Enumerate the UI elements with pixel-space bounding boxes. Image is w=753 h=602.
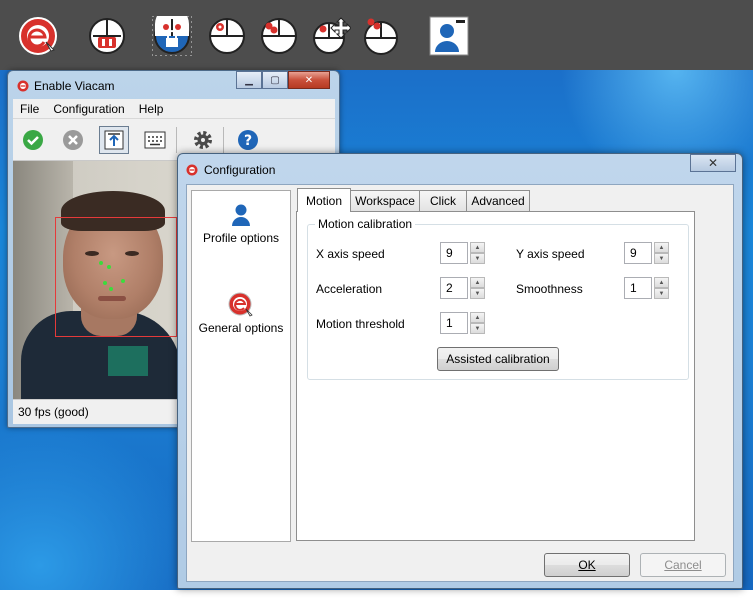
smoothness-value[interactable]: 1: [624, 277, 652, 299]
y-axis-speed-label: Y axis speed: [516, 247, 585, 261]
profile-icon: [429, 16, 469, 56]
assisted-calibration-button[interactable]: Assisted calibration: [437, 347, 559, 371]
x-axis-speed-spinner[interactable]: 9 ▲ ▼: [440, 242, 486, 264]
motion-threshold-down[interactable]: ▼: [470, 323, 485, 334]
disable-button[interactable]: [58, 126, 88, 154]
sidebar-item-general-options[interactable]: General options: [192, 291, 290, 335]
face-tracking-box: [55, 217, 177, 337]
cancel-button[interactable]: Cancel: [640, 553, 726, 577]
tracker-icon: [104, 130, 124, 150]
sidebar-item-label: General options: [198, 321, 284, 335]
smoothness-up[interactable]: ▲: [654, 277, 669, 288]
menu-configuration[interactable]: Configuration: [46, 102, 131, 116]
options-sidebar: Profile options General options: [191, 190, 291, 542]
profile-button[interactable]: [429, 16, 469, 56]
tab-workspace[interactable]: Workspace: [350, 190, 420, 211]
acceleration-up[interactable]: ▲: [470, 277, 485, 288]
check-icon: [23, 130, 43, 150]
motion-threshold-up[interactable]: ▲: [470, 312, 485, 323]
gear-icon: [194, 131, 212, 149]
svg-text:?: ?: [244, 133, 252, 149]
screen-edge: [0, 590, 753, 602]
acceleration-down[interactable]: ▼: [470, 288, 485, 299]
left-click-button[interactable]: [207, 16, 247, 56]
main-window-titlebar: Enable Viacam: [17, 79, 115, 93]
app-logo-icon: [19, 17, 57, 55]
maximize-button[interactable]: ▢: [262, 71, 288, 89]
enable-button[interactable]: [18, 126, 48, 154]
ok-button[interactable]: OK: [544, 553, 630, 577]
double-click-button[interactable]: [259, 16, 299, 56]
smoothness-down[interactable]: ▼: [654, 288, 669, 299]
menu-bar: File Configuration Help: [13, 99, 335, 119]
tab-motion[interactable]: Motion: [297, 188, 351, 212]
y-axis-speed-down[interactable]: ▼: [654, 253, 669, 264]
configuration-titlebar: Configuration: [186, 163, 275, 177]
configuration-title: Configuration: [204, 163, 276, 177]
smoothness-label: Smoothness: [516, 282, 583, 296]
double-click-icon: [261, 18, 297, 54]
y-axis-speed-spinner[interactable]: 9 ▲ ▼: [624, 242, 670, 264]
cancel-icon: [63, 130, 83, 150]
app-logo-icon: [186, 164, 198, 176]
help-button[interactable]: ?: [233, 126, 263, 154]
motion-panel: Motion calibration X axis speed 9 ▲ ▼ Y a…: [296, 211, 695, 541]
configuration-controls: ✕: [690, 154, 736, 172]
x-axis-speed-value[interactable]: 9: [440, 242, 468, 264]
acceleration-spinner[interactable]: 2 ▲ ▼: [440, 277, 486, 299]
help-icon: ?: [238, 130, 258, 150]
sidebar-item-profile-options[interactable]: Profile options: [192, 203, 290, 245]
y-axis-speed-value[interactable]: 9: [624, 242, 652, 264]
click-toolbar: [0, 0, 753, 70]
x-axis-speed-down[interactable]: ▼: [470, 253, 485, 264]
tab-advanced[interactable]: Advanced: [466, 190, 530, 211]
keyboard-icon: [144, 131, 166, 149]
tab-click[interactable]: Click: [419, 190, 467, 211]
menu-file[interactable]: File: [13, 102, 46, 116]
close-button[interactable]: ✕: [288, 71, 330, 89]
keyboard-button[interactable]: [140, 126, 170, 154]
configuration-dialog: Configuration ✕ Profile options General …: [177, 153, 743, 589]
configuration-body: Profile options General options Motion W…: [186, 184, 734, 582]
drag-click-button[interactable]: [311, 16, 351, 56]
menu-help[interactable]: Help: [132, 102, 171, 116]
lock-mouse-button[interactable]: [152, 16, 192, 56]
motion-threshold-spinner[interactable]: 1 ▲ ▼: [440, 312, 486, 334]
right-click-icon: [364, 18, 398, 55]
tracker-button[interactable]: [99, 126, 129, 154]
smoothness-spinner[interactable]: 1 ▲ ▼: [624, 277, 670, 299]
left-click-icon: [209, 18, 245, 54]
x-axis-speed-label: X axis speed: [316, 247, 385, 261]
acceleration-label: Acceleration: [316, 282, 383, 296]
pause-mouse-button[interactable]: [87, 16, 127, 56]
y-axis-speed-up[interactable]: ▲: [654, 242, 669, 253]
pause-mouse-icon: [89, 18, 125, 54]
app-logo-icon: [17, 80, 29, 92]
settings-button[interactable]: [188, 126, 218, 154]
fps-status: 30 fps (good): [18, 405, 89, 419]
right-click-button[interactable]: [361, 16, 401, 56]
acceleration-value[interactable]: 2: [440, 277, 468, 299]
main-window-controls: ▁ ▢ ✕: [236, 71, 330, 89]
dialog-close-button[interactable]: ✕: [690, 154, 736, 172]
main-window-title: Enable Viacam: [34, 79, 115, 93]
app-logo-button[interactable]: [18, 16, 58, 56]
minimize-button[interactable]: ▁: [236, 71, 262, 89]
motion-threshold-label: Motion threshold: [316, 317, 405, 331]
group-title: Motion calibration: [315, 217, 416, 231]
lock-mouse-icon: [152, 16, 192, 56]
motion-threshold-value[interactable]: 1: [440, 312, 468, 334]
x-axis-speed-up[interactable]: ▲: [470, 242, 485, 253]
app-logo-icon: [228, 292, 253, 317]
motion-calibration-group: Motion calibration X axis speed 9 ▲ ▼ Y a…: [307, 217, 689, 380]
profile-icon: [232, 204, 250, 226]
drag-click-icon: [313, 17, 351, 54]
sidebar-item-label: Profile options: [202, 231, 280, 245]
